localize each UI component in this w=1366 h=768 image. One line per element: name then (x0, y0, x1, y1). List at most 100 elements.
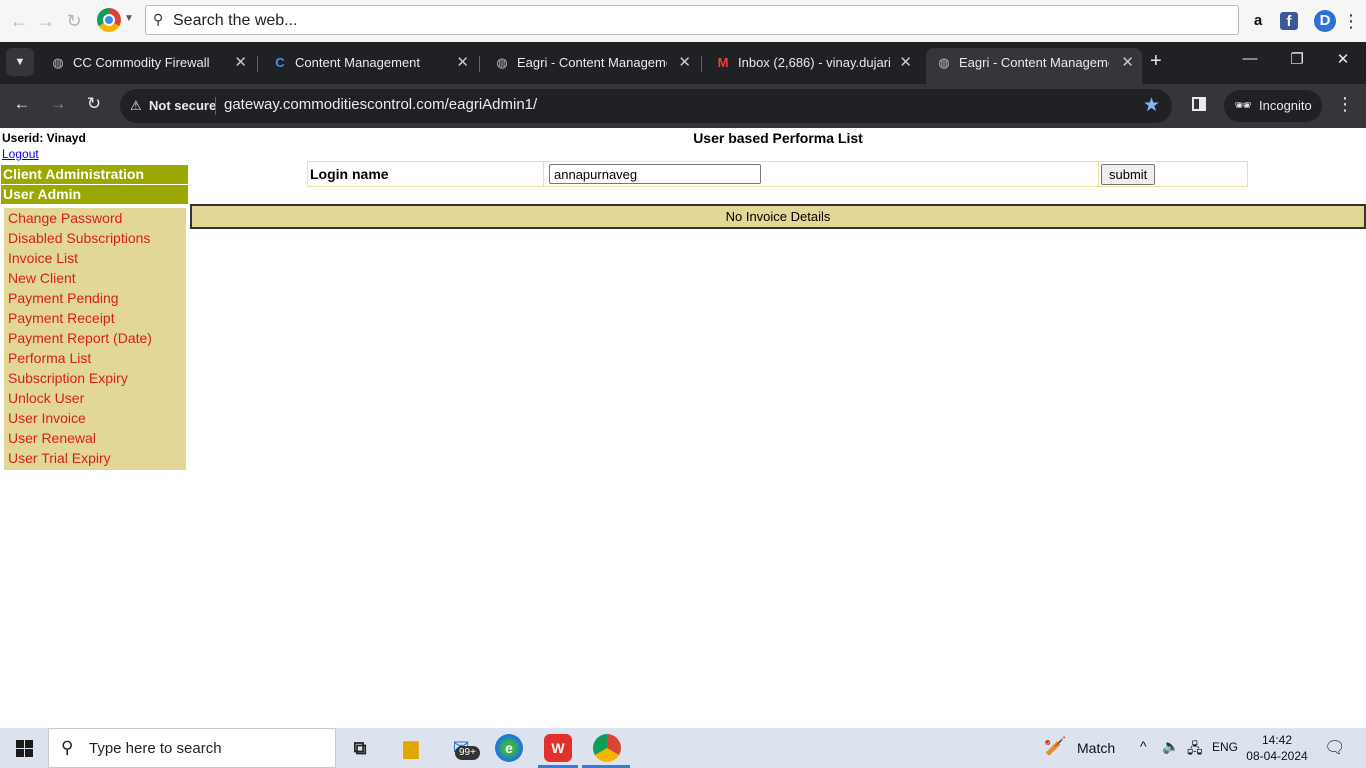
tab-label: CC Commodity Firewall (73, 55, 210, 70)
chrome-logo-icon[interactable] (97, 8, 121, 32)
menu-change-password[interactable]: Change Password (4, 208, 186, 228)
cricket-icon[interactable]: 🏏 (1044, 736, 1066, 757)
file-explorer-icon[interactable]: ▆ (397, 734, 425, 762)
chevron-up-icon[interactable]: ^ (1140, 738, 1147, 754)
login-name-label: Login name (308, 162, 544, 186)
clock-date: 08-04-2024 (1246, 749, 1308, 763)
menu-new-client[interactable]: New Client (4, 268, 186, 288)
clock-time: 14:42 (1261, 733, 1293, 747)
extension-toolbar: ← → ↻ ▼ ⚲ Search the web... a f D ⋮ (0, 0, 1366, 43)
menu-performa-list[interactable]: Performa List (4, 348, 186, 368)
reload-icon[interactable]: ↻ (82, 94, 106, 114)
tab-label: Eagri - Content Managemen (517, 55, 667, 70)
task-view-icon[interactable]: ⧉ (346, 734, 374, 762)
menu-invoice-list[interactable]: Invoice List (4, 248, 186, 268)
bookmark-star-icon[interactable]: ★ (1143, 94, 1160, 117)
toolbar-menu-icon[interactable]: ⋮ (1340, 10, 1362, 32)
menu-user-invoice[interactable]: User Invoice (4, 408, 186, 428)
gmail-icon: M (717, 55, 729, 70)
warning-icon[interactable]: ⚠ (130, 98, 142, 114)
login-input-cell (545, 162, 1099, 186)
submit-cell: submit (1099, 162, 1247, 186)
back-arrow-icon[interactable]: ← (8, 10, 30, 32)
mail-badge: 99+ (455, 746, 480, 760)
close-icon[interactable]: ✕ (234, 48, 247, 78)
incognito-label: Incognito (1259, 98, 1312, 113)
tab-strip: ▼ ◍ CC Commodity Firewall ✕ C Content Ma… (0, 42, 1366, 84)
tab-eagri-content-management-active[interactable]: ◍ Eagri - Content Managemen ✕ (926, 48, 1142, 84)
clock[interactable]: 14:42 08-04-2024 (1246, 732, 1308, 764)
menu-user-renewal[interactable]: User Renewal (4, 428, 186, 448)
search-icon: ⚲ (153, 11, 164, 27)
user-admin-menu: Change Password Disabled Subscriptions I… (4, 208, 186, 470)
c-logo-icon: C (275, 55, 285, 70)
windows-taskbar: ⚲ Type here to search ⧉ ▆ ✉ 99+ e W 🏏 Ma… (0, 728, 1366, 768)
close-icon[interactable]: ✕ (899, 48, 912, 78)
reload-icon[interactable]: ↻ (63, 10, 85, 32)
d-extension-icon[interactable]: D (1314, 10, 1336, 32)
close-icon[interactable]: ✕ (456, 48, 469, 78)
page-content: Userid: Vinayd Logout Client Administrat… (0, 128, 1366, 728)
login-form-table: Login name submit (307, 161, 1248, 187)
menu-user-trial-expiry[interactable]: User Trial Expiry (4, 448, 186, 468)
new-tab-plus-icon[interactable]: + (1150, 50, 1162, 73)
web-search-placeholder: Search the web... (173, 12, 298, 29)
weather-widget[interactable]: Match (1077, 740, 1115, 756)
tab-label: Inbox (2,686) - vinay.dujari@ (738, 55, 890, 70)
network-icon[interactable]: 🖧 (1187, 738, 1203, 762)
forward-icon[interactable]: → (46, 94, 70, 114)
page-title: User based Performa List (693, 130, 863, 146)
menu-subscription-expiry[interactable]: Subscription Expiry (4, 368, 186, 388)
globe-icon: ◍ (52, 55, 64, 70)
submit-button[interactable]: submit (1101, 164, 1156, 185)
minimize-icon[interactable]: — (1238, 50, 1262, 67)
incognito-icon: 🕶 (1234, 97, 1252, 113)
windows-start-icon[interactable] (16, 740, 33, 757)
menu-unlock-user[interactable]: Unlock User (4, 388, 186, 408)
facebook-extension-icon[interactable]: f (1280, 12, 1298, 30)
tab-gmail-inbox[interactable]: M Inbox (2,686) - vinay.dujari@ ✕ (705, 48, 920, 78)
back-icon[interactable]: ← (10, 94, 34, 114)
search-icon: ⚲ (61, 738, 74, 757)
section-client-administration[interactable]: Client Administration (1, 165, 188, 184)
userid-label: Userid: Vinayd (2, 131, 86, 145)
web-search-box[interactable]: ⚲ Search the web... (145, 5, 1239, 35)
menu-payment-report-date[interactable]: Payment Report (Date) (4, 328, 186, 348)
menu-payment-receipt[interactable]: Payment Receipt (4, 308, 186, 328)
edge-icon[interactable]: e (495, 734, 523, 762)
window-close-icon[interactable]: ✕ (1331, 50, 1355, 68)
language-indicator[interactable]: ENG (1212, 740, 1238, 754)
logout-link[interactable]: Logout (2, 147, 39, 161)
speaker-icon[interactable]: 🔈 (1162, 738, 1179, 755)
close-icon[interactable]: ✕ (678, 48, 691, 78)
globe-icon: ◍ (496, 55, 508, 70)
tab-content-management[interactable]: C Content Management ✕ (262, 48, 477, 78)
omnibox[interactable]: ⚠ Not secure gateway.commoditiescontrol.… (120, 89, 1172, 123)
section-user-admin[interactable]: User Admin (1, 185, 188, 204)
login-name-input[interactable] (549, 164, 761, 184)
tab-label: Eagri - Content Managemen (959, 55, 1109, 70)
chevron-down-icon[interactable]: ▼ (124, 13, 134, 24)
wps-office-icon[interactable]: W (544, 734, 572, 762)
tab-search-button[interactable]: ▼ (6, 48, 34, 76)
side-panel-icon[interactable] (1192, 97, 1206, 111)
incognito-chip[interactable]: 🕶 Incognito (1224, 90, 1322, 122)
tab-cc-commodity-firewall[interactable]: ◍ CC Commodity Firewall ✕ (40, 48, 255, 78)
notifications-icon[interactable]: 🗨 (1324, 738, 1346, 758)
chrome-menu-icon[interactable]: ⋮ (1336, 94, 1354, 115)
close-icon[interactable]: ✕ (1121, 48, 1134, 78)
forward-arrow-icon[interactable]: → (35, 10, 57, 32)
address-bar: ← → ↻ ⚠ Not secure gateway.commoditiesco… (0, 84, 1366, 128)
restore-icon[interactable]: ❐ (1285, 50, 1309, 68)
menu-payment-pending[interactable]: Payment Pending (4, 288, 186, 308)
security-chip[interactable]: Not secure (149, 98, 216, 113)
chrome-taskbar-icon[interactable] (593, 734, 621, 762)
amazon-extension-icon[interactable]: a (1247, 10, 1269, 32)
taskbar-search[interactable]: ⚲ Type here to search (48, 728, 336, 768)
tab-label: Content Management (295, 55, 421, 70)
url-text[interactable]: gateway.commoditiescontrol.com/eagriAdmi… (224, 96, 537, 113)
menu-disabled-subscriptions[interactable]: Disabled Subscriptions (4, 228, 186, 248)
taskbar-search-placeholder: Type here to search (89, 740, 222, 757)
globe-icon: ◍ (938, 55, 950, 70)
tab-eagri-content-management[interactable]: ◍ Eagri - Content Managemen ✕ (484, 48, 699, 78)
